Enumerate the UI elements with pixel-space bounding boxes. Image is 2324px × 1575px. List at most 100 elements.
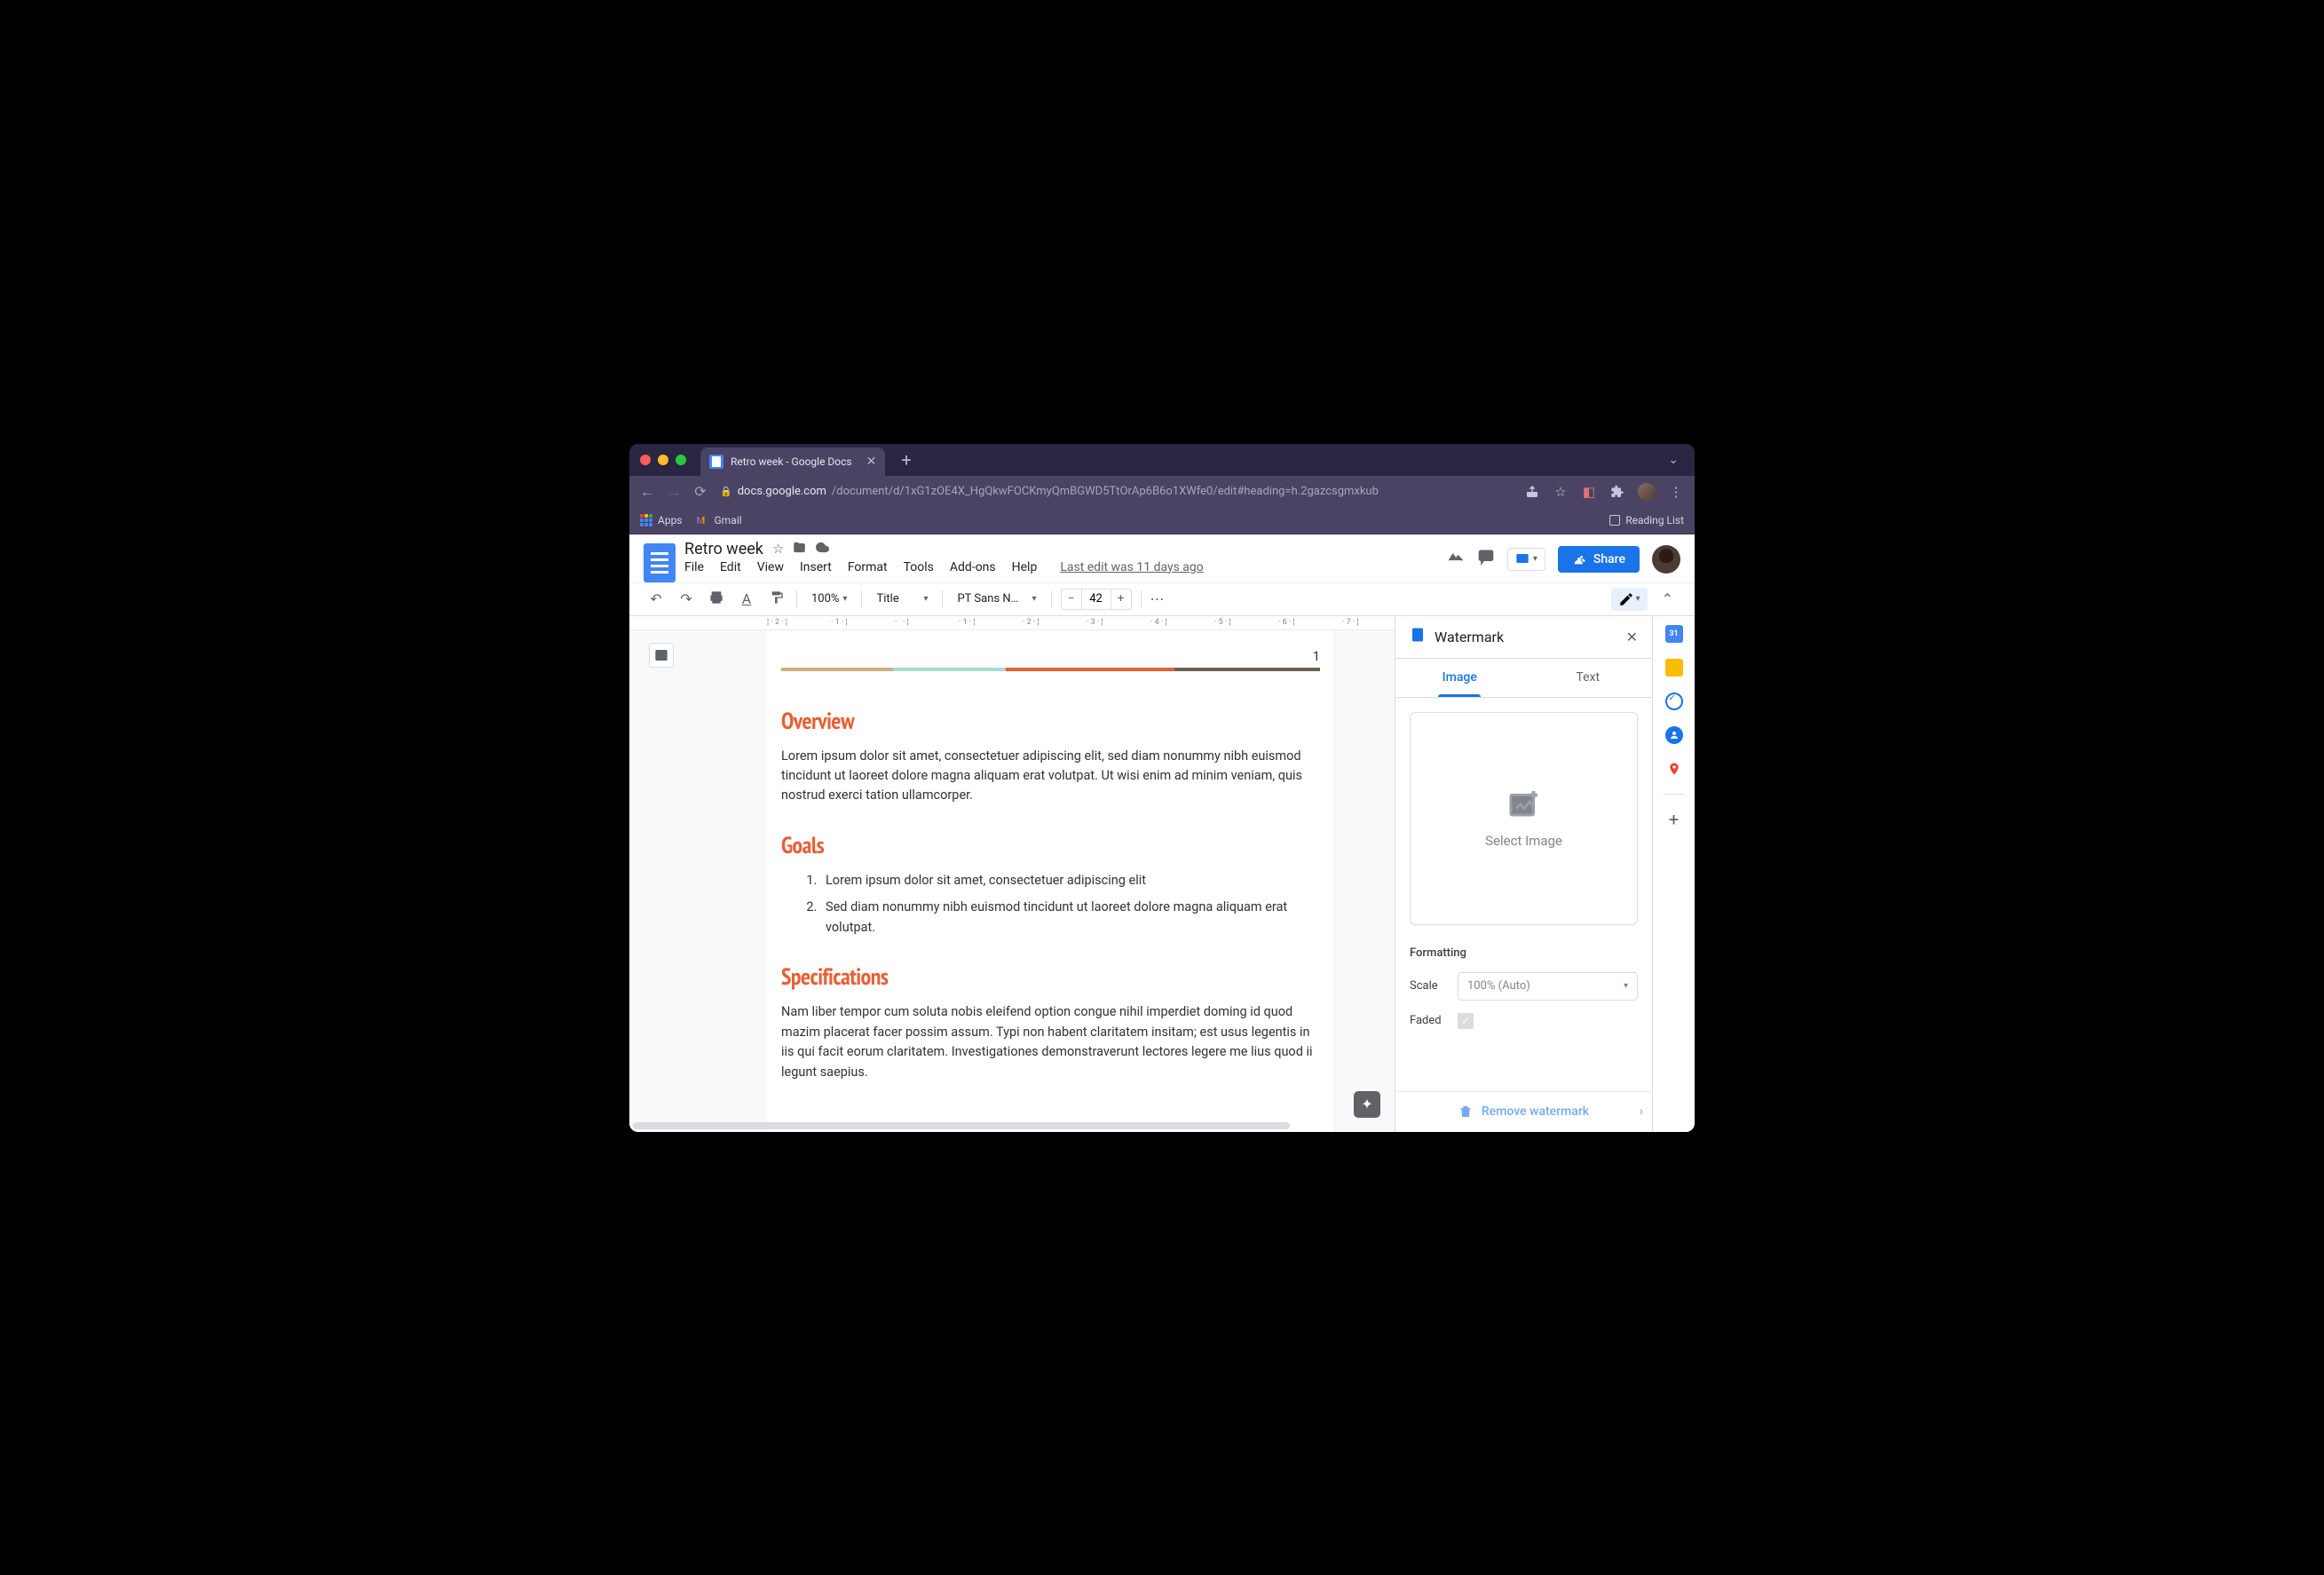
image-placeholder-icon [1506, 788, 1542, 820]
comments-icon[interactable] [1477, 548, 1495, 570]
tab-close[interactable]: ✕ [866, 455, 877, 469]
heading-goals: Goals [781, 831, 1320, 860]
font-size-input[interactable] [1081, 590, 1111, 609]
document-scroll[interactable]: 1 Overview Lorem ipsum dolor sit amet, c… [629, 630, 1395, 1132]
watermark-sidebar: Watermark ✕ Image Text Select Image Form… [1395, 616, 1652, 1132]
menu-tools[interactable]: Tools [904, 560, 934, 574]
document-title[interactable]: Retro week [684, 540, 763, 558]
nav-reload[interactable]: ⟳ [693, 483, 707, 500]
calendar-icon[interactable]: 31 [1665, 625, 1683, 643]
share-label: Share [1593, 552, 1625, 566]
star-icon[interactable]: ☆ [772, 541, 784, 557]
redo-button[interactable]: ↷ [676, 590, 697, 607]
bookmark-gmail[interactable]: Gmail [697, 514, 742, 526]
list-item: Sed diam nonummy nibh euismod tincidunt … [820, 898, 1320, 938]
keep-icon[interactable] [1665, 659, 1683, 677]
explore-button[interactable]: ✦ [1354, 1091, 1380, 1118]
select-image-drop[interactable]: Select Image [1410, 712, 1638, 925]
scale-row: Scale 100% (Auto) ▾ [1410, 972, 1638, 1001]
url-field[interactable]: 🔒 docs.google.com/document/d/1xG1zOE4X_H… [720, 485, 1512, 498]
ruler[interactable]: ¦ · 2 · ¦· 1 · ¦· · ¦· 1 · ¦· 2 · ¦· 3 ·… [629, 616, 1395, 630]
menu-view[interactable]: View [757, 560, 784, 574]
sidebar-close[interactable]: ✕ [1626, 629, 1638, 645]
bookmark-label: Gmail [715, 514, 742, 526]
cloud-status-icon[interactable] [815, 541, 830, 558]
scale-dropdown[interactable]: 100% (Auto) ▾ [1458, 972, 1638, 1001]
font-size-control: − + [1061, 589, 1132, 610]
reading-list-label: Reading List [1625, 514, 1684, 526]
print-button[interactable] [706, 590, 727, 608]
menu-file[interactable]: File [684, 560, 704, 574]
move-icon[interactable] [793, 541, 806, 558]
reading-list[interactable]: Reading List [1609, 514, 1684, 526]
nav-forward[interactable]: → [667, 483, 681, 501]
outline-toggle[interactable] [649, 643, 674, 668]
heading-specifications: Specifications [781, 962, 1320, 992]
add-addon-icon[interactable]: + [1665, 811, 1683, 828]
share-button[interactable]: Share [1558, 546, 1640, 573]
tasks-icon[interactable] [1665, 693, 1683, 710]
present-button[interactable]: ▾ [1507, 548, 1545, 571]
tab-image[interactable]: Image [1395, 659, 1524, 697]
menu-insert[interactable]: Insert [800, 560, 832, 574]
collapse-toolbar[interactable]: ⌃ [1656, 590, 1679, 607]
nav-back[interactable]: ← [640, 483, 654, 501]
contacts-icon[interactable] [1665, 726, 1683, 744]
menu-help[interactable]: Help [1012, 560, 1038, 574]
sidebar-content: Select Image Formatting Scale 100% (Auto… [1395, 698, 1652, 1091]
list-item: Lorem ipsum dolor sit amet, consectetuer… [820, 871, 1320, 890]
bookmark-apps[interactable]: Apps [640, 514, 683, 526]
window-maximize[interactable] [676, 455, 686, 465]
faded-checkbox[interactable]: ✓ [1458, 1013, 1474, 1029]
activity-icon[interactable] [1447, 548, 1465, 570]
browser-titlebar: Retro week - Google Docs ✕ + ⌄ [629, 444, 1695, 476]
window-close[interactable] [640, 455, 651, 465]
spellcheck-button[interactable]: A [736, 590, 757, 607]
new-tab-button[interactable]: + [901, 449, 911, 471]
page-number: 1 [781, 648, 1320, 664]
watermark-icon [1410, 627, 1426, 646]
remove-watermark-label: Remove watermark [1482, 1104, 1589, 1119]
paint-format-button[interactable] [766, 590, 787, 608]
profile-avatar[interactable] [1638, 483, 1656, 501]
font-size-decrease[interactable]: − [1062, 590, 1081, 609]
editing-mode-button[interactable]: ▾ [1611, 588, 1648, 611]
faded-label: Faded [1410, 1014, 1445, 1027]
paragraph: Nam liber tempor cum soluta nobis eleife… [781, 1002, 1320, 1082]
remove-watermark-button[interactable]: Remove watermark › [1395, 1091, 1652, 1132]
trash-icon [1458, 1104, 1473, 1119]
sidebar-title: Watermark [1435, 629, 1617, 645]
toolbar: ↶ ↷ A 100%▾ Title▾ PT Sans N…▾ − + ⋯ ▾ [629, 582, 1695, 616]
share-icon[interactable] [1524, 484, 1540, 500]
menu-format[interactable]: Format [848, 560, 888, 574]
zoom-select[interactable]: 100%▾ [806, 592, 852, 605]
menu-edit[interactable]: Edit [720, 560, 741, 574]
browser-menu-icon[interactable]: ⋮ [1668, 484, 1684, 500]
window-minimize[interactable] [658, 455, 668, 465]
heading-overview: Overview [781, 707, 1320, 736]
font-size-increase[interactable]: + [1111, 590, 1131, 609]
menu-addons[interactable]: Add-ons [950, 560, 996, 574]
extensions-icon[interactable] [1609, 484, 1625, 500]
style-select[interactable]: Title▾ [871, 592, 933, 605]
paragraph: Lorem ipsum dolor sit amet, consectetuer… [781, 747, 1320, 806]
sidebar-tabs: Image Text [1395, 659, 1652, 698]
side-panel: 31 + [1652, 616, 1695, 1132]
expand-chevron-icon[interactable]: › [1640, 1104, 1643, 1119]
horizontal-scrollbar[interactable] [629, 1121, 1395, 1132]
apps-grid-icon [640, 514, 652, 526]
toolbar-more[interactable]: ⋯ [1150, 590, 1165, 607]
goals-list: Lorem ipsum dolor sit amet, consectetuer… [781, 871, 1320, 938]
tab-text[interactable]: Text [1524, 659, 1653, 697]
maps-icon[interactable] [1665, 760, 1683, 778]
page[interactable]: 1 Overview Lorem ipsum dolor sit amet, c… [767, 630, 1335, 1132]
docs-logo[interactable] [644, 543, 676, 582]
bookmark-star-icon[interactable]: ☆ [1553, 484, 1569, 500]
font-select[interactable]: PT Sans N…▾ [952, 592, 1041, 605]
browser-tab[interactable]: Retro week - Google Docs ✕ [700, 447, 885, 476]
account-avatar[interactable] [1652, 545, 1680, 574]
extension-icon-1[interactable]: ◧ [1581, 484, 1597, 500]
last-edit-link[interactable]: Last edit was 11 days ago [1060, 560, 1203, 574]
tabs-dropdown[interactable]: ⌄ [1668, 453, 1679, 467]
undo-button[interactable]: ↶ [645, 590, 667, 607]
